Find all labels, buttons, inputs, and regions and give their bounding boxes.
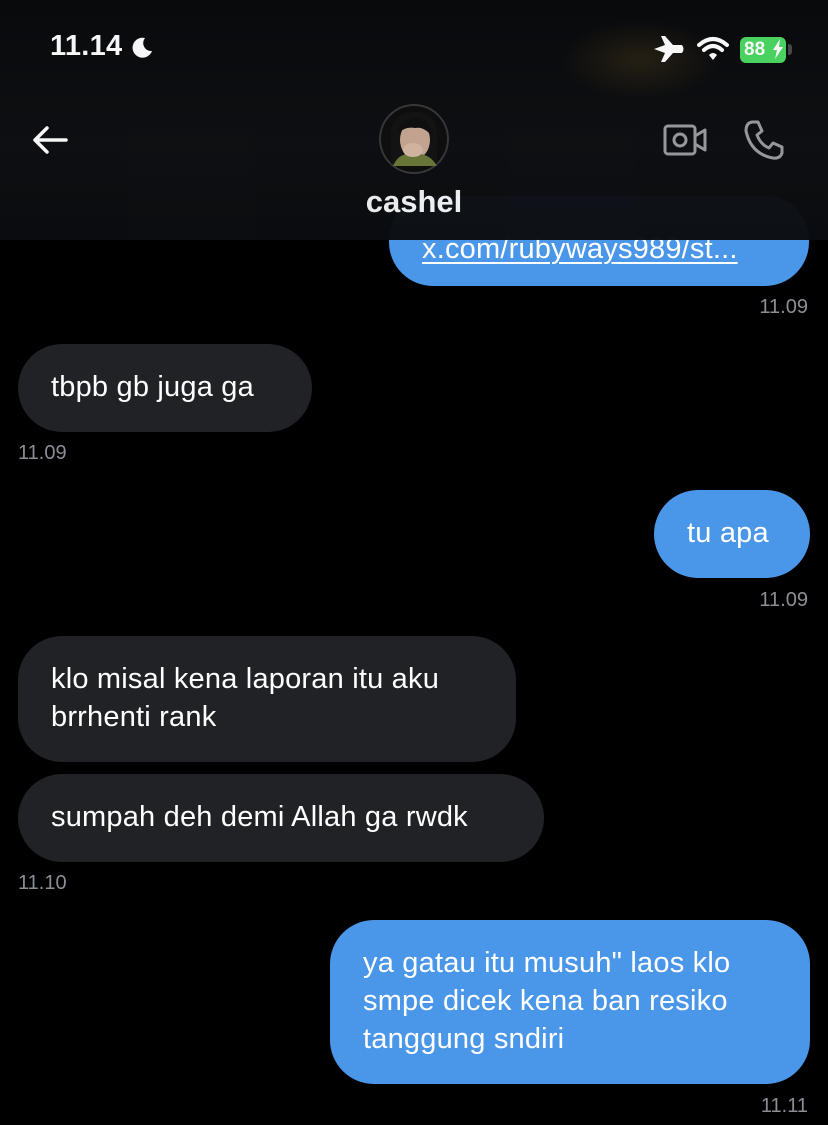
arrow-left-icon[interactable]	[30, 120, 70, 160]
message-text: tu apa	[687, 517, 769, 549]
message-text-line: brrhenti rank	[51, 701, 217, 733]
status-time: 11.14	[50, 30, 123, 62]
avatar[interactable]	[379, 104, 449, 174]
message-bubble-incoming[interactable]: klo misal kena laporan itu aku brrhenti …	[18, 636, 516, 762]
message-text-line: tanggung sndiri	[363, 1023, 565, 1055]
message-bubble-outgoing[interactable]: ya gatau itu musuh" laos klo smpe dicek …	[330, 920, 810, 1084]
message-text-line: klo misal kena laporan itu aku	[51, 663, 440, 695]
message-text-line: ya gatau itu musuh" laos klo	[363, 947, 731, 979]
message-timestamp: 11.09	[18, 442, 67, 464]
battery-indicator: 88	[740, 37, 786, 63]
phone-icon[interactable]	[742, 118, 786, 162]
message-text: tbpb gb juga ga	[51, 371, 254, 403]
message-timestamp: 11.09	[759, 296, 808, 318]
message-text-line: smpe dicek kena ban resiko	[363, 985, 728, 1017]
message-bubble-incoming[interactable]: tbpb gb juga ga	[18, 344, 312, 432]
wifi-icon	[697, 37, 729, 60]
message-text: sumpah deh demi Allah ga rwdk	[51, 801, 468, 833]
chat-header: 11.14 88 cashel	[0, 0, 828, 240]
battery-level: 88	[744, 39, 766, 60]
airplane-icon	[654, 36, 684, 62]
battery-nub	[788, 44, 792, 55]
message-timestamp: 11.10	[18, 872, 67, 894]
message-bubble-incoming[interactable]: sumpah deh demi Allah ga rwdk	[18, 774, 544, 862]
contact-name[interactable]: cashel	[0, 184, 828, 220]
header-blur-backdrop	[560, 20, 720, 100]
message-bubble-outgoing[interactable]: tu apa	[654, 490, 810, 578]
message-timestamp: 11.11	[760, 1095, 808, 1117]
message-timestamp: 11.09	[759, 589, 808, 611]
moon-icon	[132, 37, 152, 58]
video-camera-icon[interactable]	[662, 120, 708, 160]
charging-bolt-icon	[773, 39, 783, 59]
avatar-image	[379, 104, 449, 174]
